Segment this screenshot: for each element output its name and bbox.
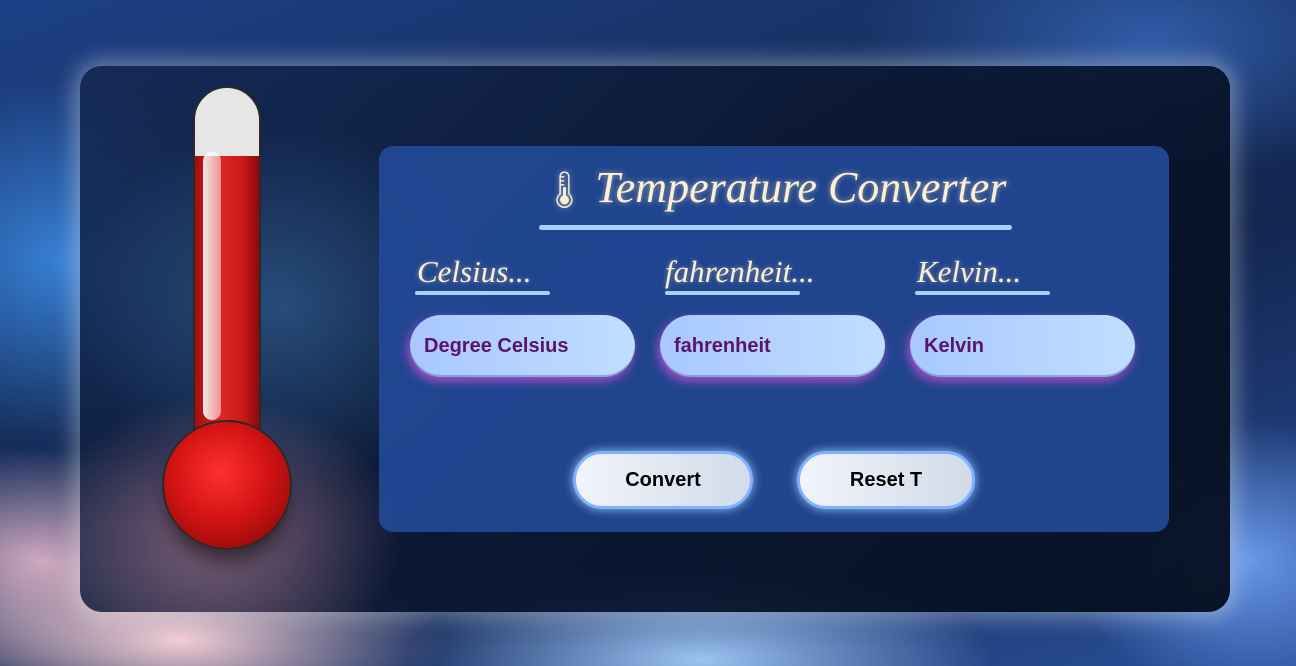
converter-panel: 🌡Temperature Converter Celsius... fahren… [379,146,1169,532]
fahrenheit-label: fahrenheit... [665,254,815,289]
title-underline [539,225,1012,230]
fahrenheit-input[interactable] [660,315,885,377]
kelvin-label: Kelvin... [917,254,1022,289]
thermometer-bulb [162,420,292,550]
kelvin-underline [915,291,1050,295]
celsius-underline [415,291,550,295]
kelvin-input[interactable] [910,315,1135,377]
thermometer-icon: 🌡 [541,170,588,210]
thermometer-tube [193,86,261,466]
thermometer-shine [203,152,221,420]
convert-button[interactable]: Convert [573,451,753,509]
thermometer-illustration [162,86,292,556]
page-title: 🌡 Temperature Converter [379,162,1169,213]
page-title-text: Temperature Converter [595,163,1007,212]
fahrenheit-underline [665,291,800,295]
celsius-input[interactable] [410,315,635,377]
celsius-label: Celsius... [417,254,532,289]
reset-button[interactable]: Reset T [797,451,975,509]
